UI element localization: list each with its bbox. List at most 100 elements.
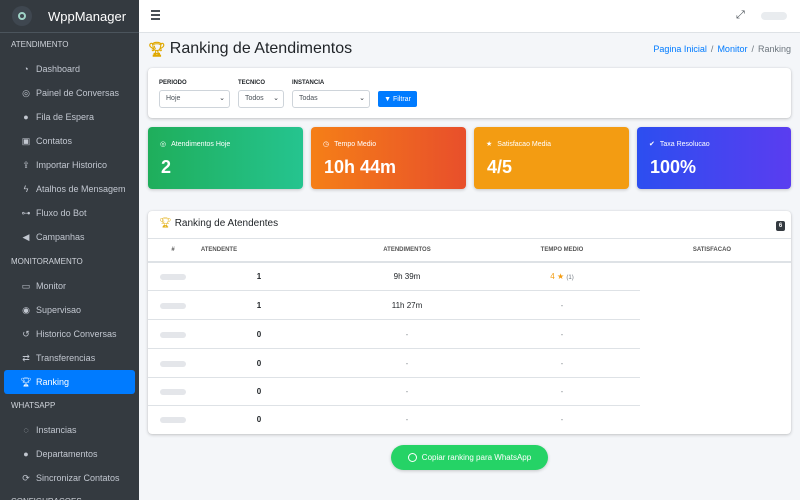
ranking-title-text: Ranking de Atendentes xyxy=(174,218,279,229)
satisfacao-cell: 4 ★ (1) xyxy=(502,263,622,291)
headset-icon: ◎ xyxy=(160,141,167,148)
table-row: 1 11h 27m - xyxy=(148,292,640,320)
clock-icon: ◷ xyxy=(323,141,330,148)
sidebar-item-label: Campanhas xyxy=(36,232,85,242)
whatsapp-icon xyxy=(407,453,417,462)
breadcrumb-monitor-link[interactable]: Monitor xyxy=(717,44,747,54)
sidebar-item-ranking[interactable]: 🏆︎ Ranking xyxy=(4,370,135,394)
tempo-cell: - xyxy=(405,330,409,339)
sidebar-item-painel-conversas[interactable]: ◎ Painel de Conversas xyxy=(4,81,135,105)
ranking-title: 🏆︎ Ranking de Atendentes xyxy=(159,218,278,229)
sidebar-item-label: Historico Conversas xyxy=(36,329,117,339)
breadcrumb-separator: / xyxy=(751,44,754,54)
tecnico-select[interactable]: Todos ⌄ xyxy=(238,90,284,108)
breadcrumb: Pagina Inicial / Monitor / Ranking xyxy=(653,44,791,54)
atendimentos-cell: 0 xyxy=(256,330,262,339)
ranking-card: 🏆︎ Ranking de Atendentes 6 # ATENDENTE A… xyxy=(148,211,791,434)
sidebar-item-instancias[interactable]: ◌ Instancias xyxy=(4,418,135,442)
sidebar-item-fila-espera[interactable]: ● Fila de Espera xyxy=(4,105,135,129)
instancia-select[interactable]: Todas ⌄ xyxy=(292,90,370,108)
attendant-name-redacted xyxy=(156,350,190,378)
fullscreen-expand-icon[interactable]: ⤢ xyxy=(736,9,745,22)
stat-value: 10h 44m xyxy=(324,157,397,177)
trophy-icon: 🏆︎ xyxy=(148,40,166,57)
brand[interactable]: WppManager xyxy=(0,0,139,33)
trophy-icon: 🏆︎ xyxy=(20,376,32,387)
sidebar-item-label: Dashboard xyxy=(36,64,81,74)
sidebar: WppManager ATENDIMENTO ◔ Dashboard ◎ Paine… xyxy=(0,0,139,500)
sidebar-item-label: Monitor xyxy=(36,281,67,291)
sidebar-item-fluxo-bot[interactable]: ⊶ Fluxo do Bot xyxy=(4,201,135,225)
flow-icon: ⊶ xyxy=(21,207,31,218)
column-header-rank: # xyxy=(171,247,175,253)
sidebar-item-transferencias[interactable]: ⇄ Transferencias xyxy=(4,346,135,370)
tecnico-label: TECNICO xyxy=(238,80,265,86)
instancia-label: INSTANCIA xyxy=(292,80,325,86)
sidebar-item-campanhas[interactable]: ◀ Campanhas xyxy=(4,225,135,249)
eye-icon: ◉ xyxy=(22,304,30,315)
sidebar-item-importar-historico[interactable]: ⇪ Importar Historico xyxy=(4,153,135,177)
nav-header-atendimento: ATENDIMENTO xyxy=(11,40,69,49)
stat-label: Satisfacao Media xyxy=(497,140,551,148)
whatsapp-button-label: Copiar ranking para WhatsApp xyxy=(421,453,532,462)
user-menu[interactable] xyxy=(761,12,787,20)
table-row: 0 - - xyxy=(148,406,640,434)
sidebar-item-departamentos[interactable]: ● Departamentos xyxy=(4,442,135,466)
upload-icon: ⇪ xyxy=(22,159,30,170)
sidebar-item-dashboard[interactable]: ◔ Dashboard xyxy=(4,57,135,81)
brand-name: WppManager xyxy=(48,8,127,24)
column-header-tempo-medio: TEMPO MEDIO xyxy=(540,247,584,253)
breadcrumb-current: Ranking xyxy=(757,44,791,54)
tempo-cell: - xyxy=(405,387,409,396)
atendimentos-cell: 1 xyxy=(256,301,262,310)
sidebar-item-label: Sincronizar Contatos xyxy=(36,473,120,483)
stat-label: Atendimentos Hoje xyxy=(171,140,231,148)
copy-ranking-whatsapp-button[interactable]: Copiar ranking para WhatsApp xyxy=(391,445,548,470)
exchange-icon: ⇄ xyxy=(22,352,30,363)
sidebar-item-contatos[interactable]: ▣ Contatos xyxy=(4,129,135,153)
bolt-icon: ϟ xyxy=(23,184,29,194)
chevron-down-icon: ⌄ xyxy=(273,95,279,102)
history-icon: ↺ xyxy=(22,328,30,339)
sidebar-item-supervisao[interactable]: ◉ Supervisao xyxy=(4,298,135,322)
stat-tempo-medio: ◷ Tempo Medio 10h 44m xyxy=(311,127,466,189)
brand-logo-icon xyxy=(12,6,32,26)
nav-header-configuracoes: CONFIGURACOES xyxy=(0,490,139,500)
nav-header-whatsapp: WHATSAPP xyxy=(11,401,56,410)
sidebar-item-label: Painel de Conversas xyxy=(36,88,120,98)
desktop-icon: ▭ xyxy=(21,280,31,291)
attendant-name-redacted xyxy=(156,263,190,291)
chevron-down-icon: ⌄ xyxy=(219,95,225,102)
sidebar-item-sincronizar-contatos[interactable]: ⟳ Sincronizar Contatos xyxy=(4,466,135,490)
satisfacao-cell: - xyxy=(560,359,564,368)
sidebar-item-historico-conversas[interactable]: ↺ Historico Conversas xyxy=(4,322,135,346)
stat-value: 4/5 xyxy=(487,157,513,177)
attendant-name-redacted xyxy=(156,378,190,406)
page-title: 🏆︎ Ranking de Atendimentos xyxy=(148,40,352,58)
attendant-name-redacted xyxy=(156,321,190,349)
filter-card: PERIODO Hoje ⌄ TECNICO Todos ⌄ INSTANCIA T… xyxy=(148,68,791,118)
column-header-atendente: ATENDENTE xyxy=(200,247,238,253)
sidebar-item-monitor[interactable]: ▭ Monitor xyxy=(4,274,135,298)
sidebar-item-label: Importar Historico xyxy=(36,160,108,170)
attendant-name-redacted xyxy=(156,292,190,320)
periodo-select[interactable]: Hoje ⌄ xyxy=(159,90,230,108)
sidebar-item-label: Ranking xyxy=(36,377,70,387)
satisfacao-cell: - xyxy=(560,301,564,310)
atendimentos-cell: 1 xyxy=(256,272,262,281)
star-icon: ★ xyxy=(486,141,493,148)
filter-button[interactable]: ▼ Filtrar xyxy=(378,91,417,107)
topbar: ⤢ xyxy=(139,0,800,33)
atendimentos-cell: 0 xyxy=(256,359,262,368)
sidebar-item-atalhos[interactable]: ϟ Atalhos de Mensagem xyxy=(4,177,135,201)
address-book-icon: ▣ xyxy=(21,135,31,146)
table-row: 0 - - xyxy=(148,321,640,349)
sidebar-item-label: Contatos xyxy=(36,136,73,146)
tempo-cell: 9h 39m xyxy=(393,272,421,281)
breadcrumb-home-link[interactable]: Pagina Inicial xyxy=(653,44,707,54)
periodo-label: PERIODO xyxy=(159,80,187,86)
rating-count: (1) xyxy=(566,275,574,281)
stat-label: Tempo Medio xyxy=(334,140,377,148)
hamburger-menu-icon[interactable] xyxy=(151,10,160,20)
stat-satisfacao-media: ★ Satisfacao Media 4/5 xyxy=(474,127,629,189)
